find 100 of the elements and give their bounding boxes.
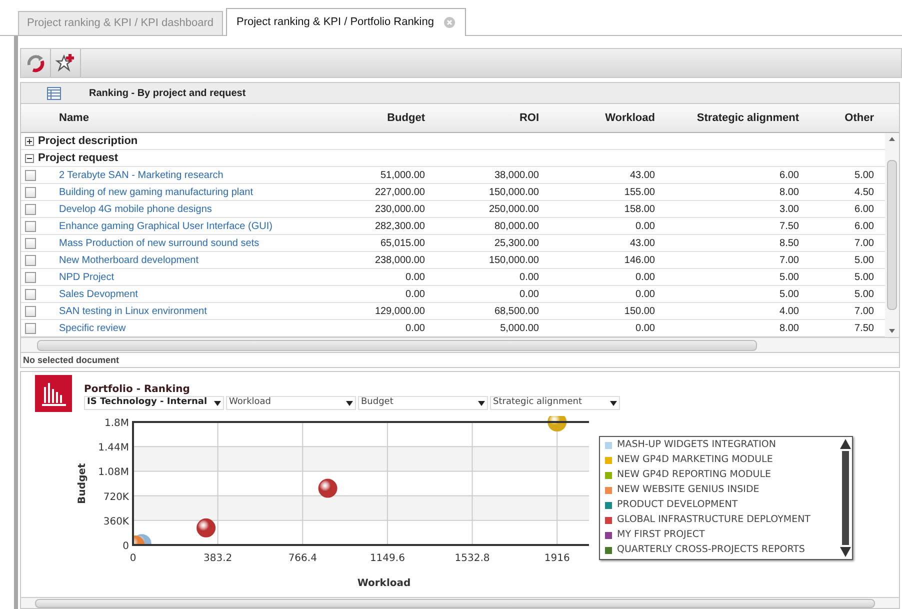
table-cell-text: 4.00 (778, 304, 799, 318)
project-link[interactable]: Enhance gaming Graphical User Interface (GUI) (59, 218, 321, 234)
table-cell-text: 5.00 (854, 254, 874, 268)
table-cell-text: 0.00 (518, 288, 539, 302)
group-label[interactable]: Project request (38, 150, 118, 166)
axis-title: Budget (77, 463, 88, 504)
table-cell-text: 238,000.00 (374, 254, 425, 268)
table-cell-text: 7.00 (854, 304, 874, 318)
table-cell-text: 0.00 (404, 270, 425, 284)
column-header[interactable]: Strategic alignment (655, 110, 799, 126)
table-cell-text: 43.00 (628, 168, 655, 182)
axis-label: 766.4 (288, 553, 317, 564)
table-cell-text: 8.00 (778, 186, 799, 200)
checkbox[interactable] (25, 220, 36, 232)
column-header[interactable]: Workload (539, 110, 655, 126)
project-link[interactable]: New Motherboard development (59, 252, 321, 268)
project-link[interactable]: NPD Project (59, 270, 321, 284)
caret-icon (214, 400, 221, 406)
checkbox[interactable] (25, 306, 36, 316)
axis-label: 1149.6 (370, 553, 405, 564)
table-cell-text: 5.00 (854, 168, 874, 182)
caret-icon (610, 400, 617, 406)
checkbox[interactable] (25, 170, 36, 180)
table-cell-text: 250,000.00 (488, 202, 539, 216)
table-cell-text: 0.00 (634, 288, 655, 302)
table-cell-text: 227,000.00 (374, 186, 425, 200)
refresh-icon (24, 53, 46, 73)
checkbox[interactable] (25, 288, 36, 300)
legend-label: NEW GP4D REPORTING MODULE (617, 468, 772, 482)
table-cell-text: 38,000.00 (494, 168, 539, 182)
caret-icon (346, 400, 353, 406)
column-header[interactable]: Other (799, 110, 874, 126)
scroll-up-icon[interactable] (840, 439, 850, 449)
checkbox[interactable] (25, 272, 36, 282)
status-text: No selected document (23, 356, 120, 364)
axis-label: 1.8M (104, 418, 129, 429)
legend-scrollbar[interactable] (838, 437, 852, 559)
table-cell-text: 230,000.00 (374, 202, 425, 216)
caret-icon (478, 400, 485, 406)
legend-label: PRODUCT DEVELOPMENT (617, 498, 738, 512)
project-link[interactable]: SAN testing in Linux environment (59, 304, 321, 318)
project-link[interactable]: Sales Devopment (59, 286, 321, 302)
table-cell-text: 0.00 (634, 270, 655, 284)
table-cell-text: 6.00 (778, 168, 799, 182)
table-cell-text: 65,015.00 (380, 236, 425, 250)
group-label[interactable]: Project description (38, 132, 138, 150)
expand-icon[interactable] (25, 136, 34, 146)
dropdown[interactable]: Workload (226, 396, 356, 410)
axis-label: 0 (130, 553, 136, 564)
tab[interactable]: Project ranking & KPI / Portfolio Ranking (226, 8, 466, 36)
table-cell-text: 80,000.00 (494, 220, 539, 234)
legend-label: NEW WEBSITE GENIUS INSIDE (617, 483, 760, 498)
table-cell-text: 3.00 (778, 202, 799, 216)
star-plus-icon (54, 53, 76, 73)
table-cell-text: 8.50 (778, 236, 799, 250)
axis-label: 1.08M (98, 467, 129, 478)
project-link[interactable]: Develop 4G mobile phone designs (59, 202, 321, 216)
checkbox[interactable] (25, 254, 36, 266)
checkbox[interactable] (25, 238, 36, 248)
horizontal-scrollbar[interactable] (21, 337, 899, 352)
column-header[interactable]: Name (21, 110, 321, 126)
project-link[interactable]: Specific review (59, 320, 321, 336)
table-cell-text: 0.00 (634, 322, 655, 336)
dropdown[interactable]: IS Technology - Internal (84, 396, 224, 410)
table-cell-text: 150,000.00 (488, 186, 539, 200)
column-header[interactable]: Budget (321, 110, 425, 126)
table-cell-text: 51,000.00 (380, 168, 425, 182)
chart-app-icon (35, 375, 72, 412)
project-link[interactable]: 2 Terabyte SAN - Marketing research (59, 168, 321, 182)
checkbox[interactable] (25, 204, 36, 214)
table-cell-text: 68,500.00 (494, 304, 539, 318)
close-icon[interactable] (444, 17, 455, 28)
table-cell-text: 7.00 (778, 254, 799, 268)
project-link[interactable]: Building of new gaming manufacturing plant (59, 184, 321, 200)
table-cell-text: 7.00 (854, 236, 874, 250)
collapse-icon[interactable] (25, 154, 34, 162)
dropdown[interactable]: Strategic alignment (490, 396, 620, 410)
table-cell-text: 4.50 (854, 186, 874, 200)
checkbox[interactable] (25, 322, 36, 334)
panel-title: Portfolio - Ranking (84, 384, 191, 396)
project-link[interactable]: Mass Production of new surround sound sets (59, 236, 321, 250)
legend-label: GLOBAL INFRASTRUCTURE DEPLOYMENT (617, 513, 810, 528)
table-cell-text: 5.00 (778, 270, 799, 284)
table-cell-text: 25,300.00 (494, 236, 539, 250)
checkbox[interactable] (25, 186, 36, 198)
table-cell-text: 5.00 (854, 270, 874, 284)
table-cell-text: 146.00 (623, 254, 655, 268)
horizontal-scrollbar[interactable] (21, 597, 899, 608)
legend-label: QUARTERLY CROSS-PROJECTS REPORTS (617, 543, 805, 558)
table-cell-text: 150,000.00 (488, 254, 539, 268)
table-cell-text: 150.00 (623, 304, 655, 318)
legend-label: MY FIRST PROJECT (617, 528, 705, 542)
table-cell-text: 6.00 (854, 220, 874, 234)
scroll-down-icon[interactable] (840, 547, 850, 557)
table-cell-text: 0.00 (404, 288, 425, 302)
axis-label: 0 (122, 541, 129, 552)
dropdown[interactable]: Budget (358, 396, 488, 410)
table-cell-text: 7.50 (854, 322, 874, 336)
table-cell-text: 7.50 (778, 220, 799, 234)
column-header[interactable]: ROI (425, 110, 539, 126)
